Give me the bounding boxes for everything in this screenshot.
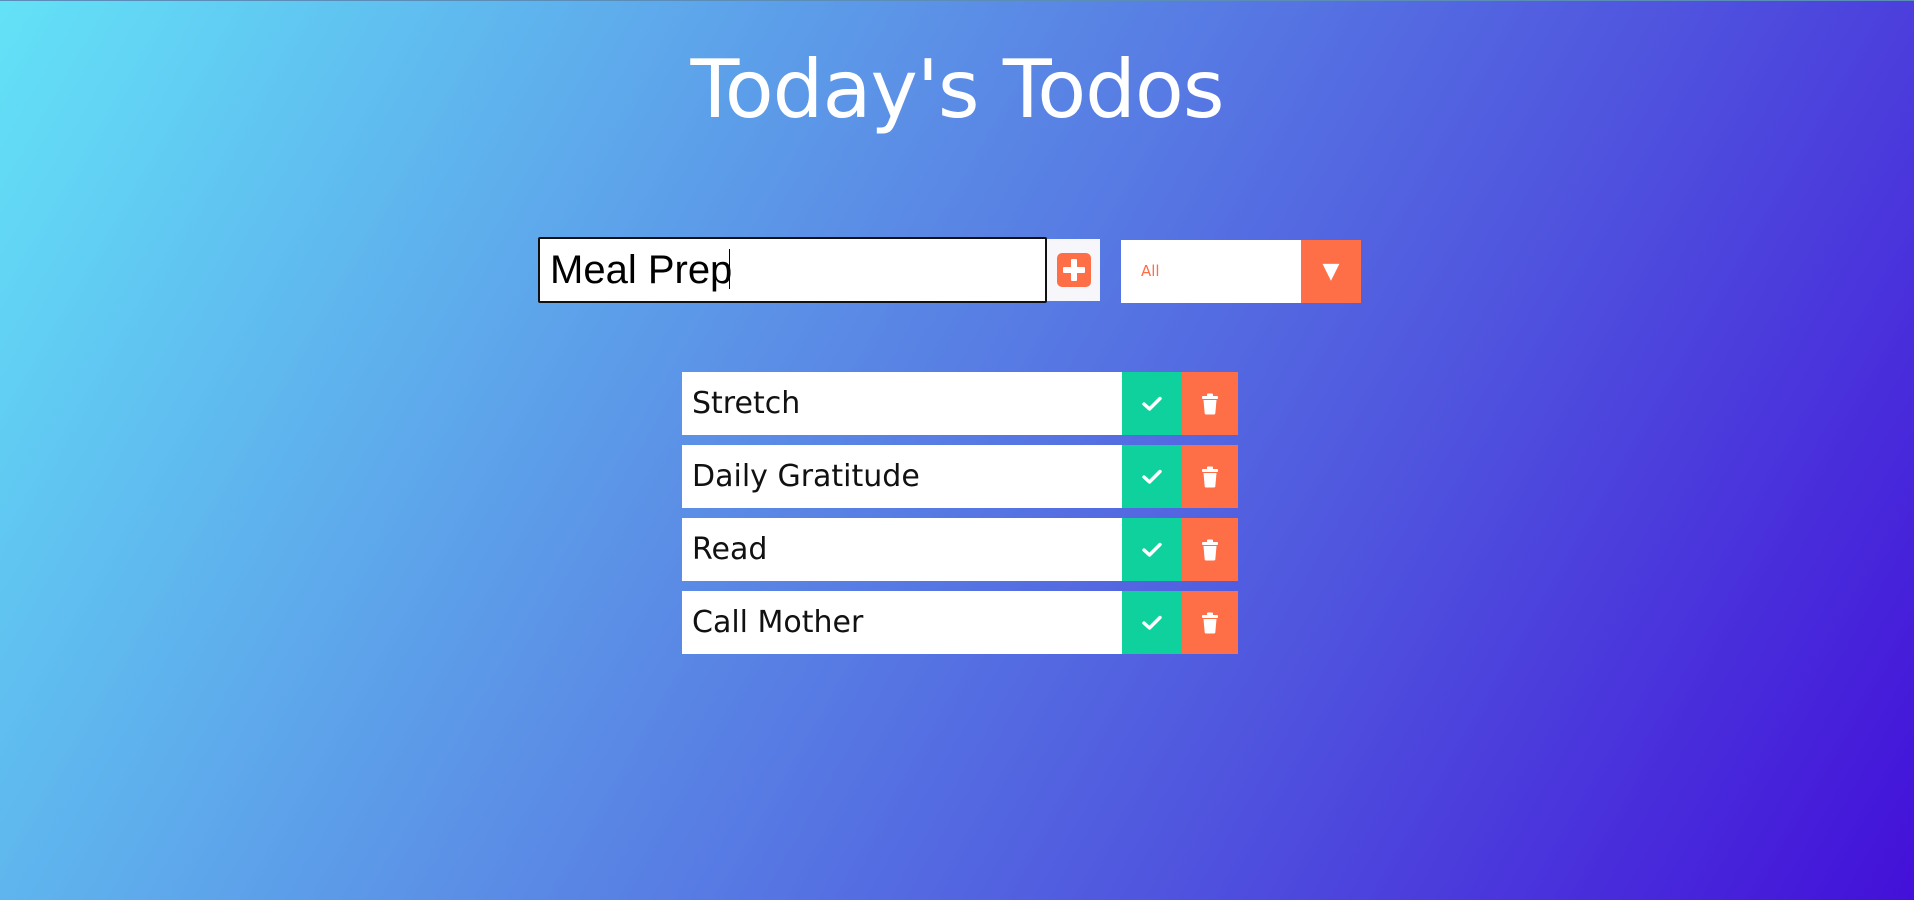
- filter-select[interactable]: All ▼: [1121, 240, 1361, 303]
- todo-text: Stretch: [692, 386, 801, 421]
- add-todo-button[interactable]: [1047, 239, 1100, 301]
- trash-icon: [1202, 612, 1218, 633]
- page-title: Today's Todos: [690, 43, 1224, 136]
- complete-button[interactable]: [1122, 518, 1182, 581]
- complete-button[interactable]: [1122, 445, 1182, 508]
- todo-text: Daily Gratitude: [692, 459, 920, 494]
- todo-text: Call Mother: [692, 605, 864, 640]
- todo-text: Read: [692, 532, 768, 567]
- top-border: [0, 0, 1914, 1]
- dropdown-arrow-icon[interactable]: ▼: [1301, 240, 1361, 303]
- todo-item: Daily Gratitude: [682, 445, 1238, 508]
- trash-icon: [1202, 466, 1218, 487]
- delete-button[interactable]: [1182, 372, 1238, 435]
- complete-button[interactable]: [1122, 372, 1182, 435]
- todo-item: Read: [682, 518, 1238, 581]
- delete-button[interactable]: [1182, 445, 1238, 508]
- todo-item: Call Mother: [682, 591, 1238, 654]
- delete-button[interactable]: [1182, 591, 1238, 654]
- trash-icon: [1202, 393, 1218, 414]
- delete-button[interactable]: [1182, 518, 1238, 581]
- complete-button[interactable]: [1122, 591, 1182, 654]
- plus-square-icon: [1056, 253, 1091, 287]
- check-icon: [1142, 396, 1162, 411]
- check-icon: [1142, 615, 1162, 630]
- check-icon: [1142, 542, 1162, 557]
- filter-selected-value: All: [1141, 262, 1160, 280]
- todo-item: Stretch: [682, 372, 1238, 435]
- check-icon: [1142, 469, 1162, 484]
- trash-icon: [1202, 539, 1218, 560]
- todo-list: Stretch Daily Gratitude Read Call Mother: [682, 372, 1238, 664]
- text-caret: [729, 249, 730, 289]
- todo-input[interactable]: [538, 237, 1047, 303]
